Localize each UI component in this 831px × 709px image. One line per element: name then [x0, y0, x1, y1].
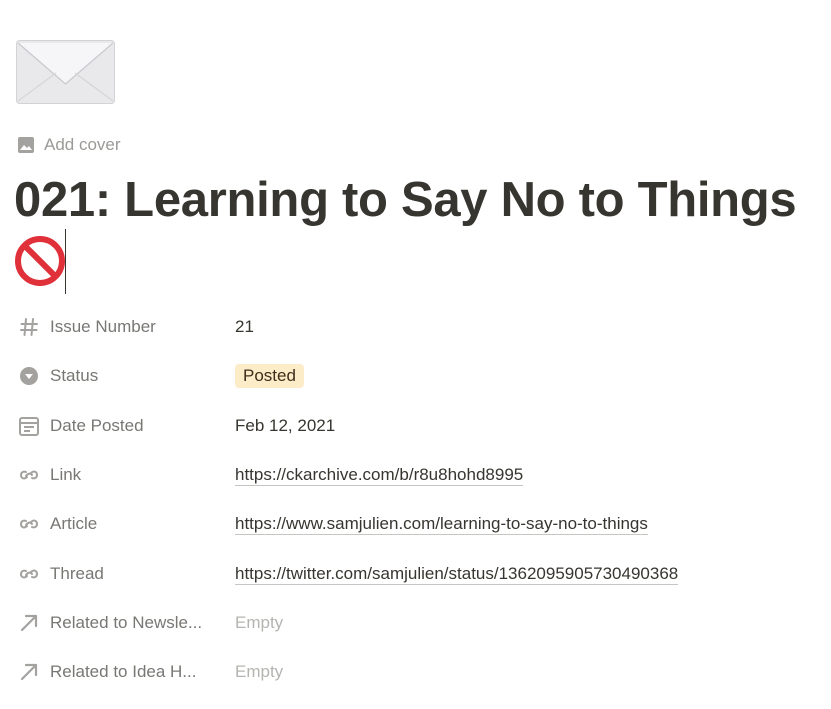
property-row-issue-number[interactable]: Issue Number 21 [0, 303, 831, 351]
arrow-up-right-icon [18, 661, 40, 683]
property-name[interactable]: Article [18, 513, 223, 535]
property-name[interactable]: Thread [18, 563, 223, 585]
property-row-article[interactable]: Article https://www.samjulien.com/learni… [0, 500, 831, 548]
hash-icon [18, 316, 40, 338]
property-link[interactable]: https://www.samjulien.com/learning-to-sa… [235, 514, 648, 535]
link-icon [18, 464, 40, 486]
property-value[interactable]: Posted [235, 364, 304, 388]
property-link[interactable]: https://ckarchive.com/b/r8u8hohd8995 [235, 465, 524, 486]
property-name[interactable]: Related to Newsle... [18, 612, 223, 634]
property-row-link[interactable]: Link https://ckarchive.com/b/r8u8hohd899… [0, 451, 831, 499]
calendar-icon [18, 415, 40, 437]
property-name[interactable]: Related to Idea H... [18, 661, 223, 683]
property-link[interactable]: https://twitter.com/samjulien/status/136… [235, 564, 679, 585]
text-caret [65, 229, 66, 294]
property-row-related-idea[interactable]: Related to Idea H... Empty [0, 648, 831, 696]
link-icon [18, 513, 40, 535]
property-value-empty[interactable]: Empty [235, 613, 283, 633]
arrow-up-right-icon [18, 612, 40, 634]
add-cover-button[interactable]: Add cover [17, 133, 121, 157]
select-icon [18, 365, 40, 387]
property-name[interactable]: Date Posted [18, 415, 223, 437]
property-value[interactable]: Feb 12, 2021 [235, 416, 335, 436]
property-value[interactable]: 21 [235, 317, 254, 337]
property-name[interactable]: Issue Number [18, 316, 223, 338]
property-row-thread[interactable]: Thread https://twitter.com/samjulien/sta… [0, 550, 831, 598]
page-title[interactable]: 021: Learning to Say No to Things [14, 170, 826, 230]
image-icon [17, 136, 35, 154]
property-row-status[interactable]: Status Posted [0, 352, 831, 400]
add-cover-label: Add cover [44, 135, 121, 154]
status-badge: Posted [235, 364, 304, 388]
property-name[interactable]: Link [18, 464, 223, 486]
no-entry-sign-icon [15, 236, 65, 286]
property-value-empty[interactable]: Empty [235, 662, 283, 682]
link-icon [18, 563, 40, 585]
property-name[interactable]: Status [18, 365, 223, 387]
property-row-related-newsletter[interactable]: Related to Newsle... Empty [0, 599, 831, 647]
property-row-date-posted[interactable]: Date Posted Feb 12, 2021 [0, 402, 831, 450]
envelope-icon[interactable] [16, 40, 115, 104]
